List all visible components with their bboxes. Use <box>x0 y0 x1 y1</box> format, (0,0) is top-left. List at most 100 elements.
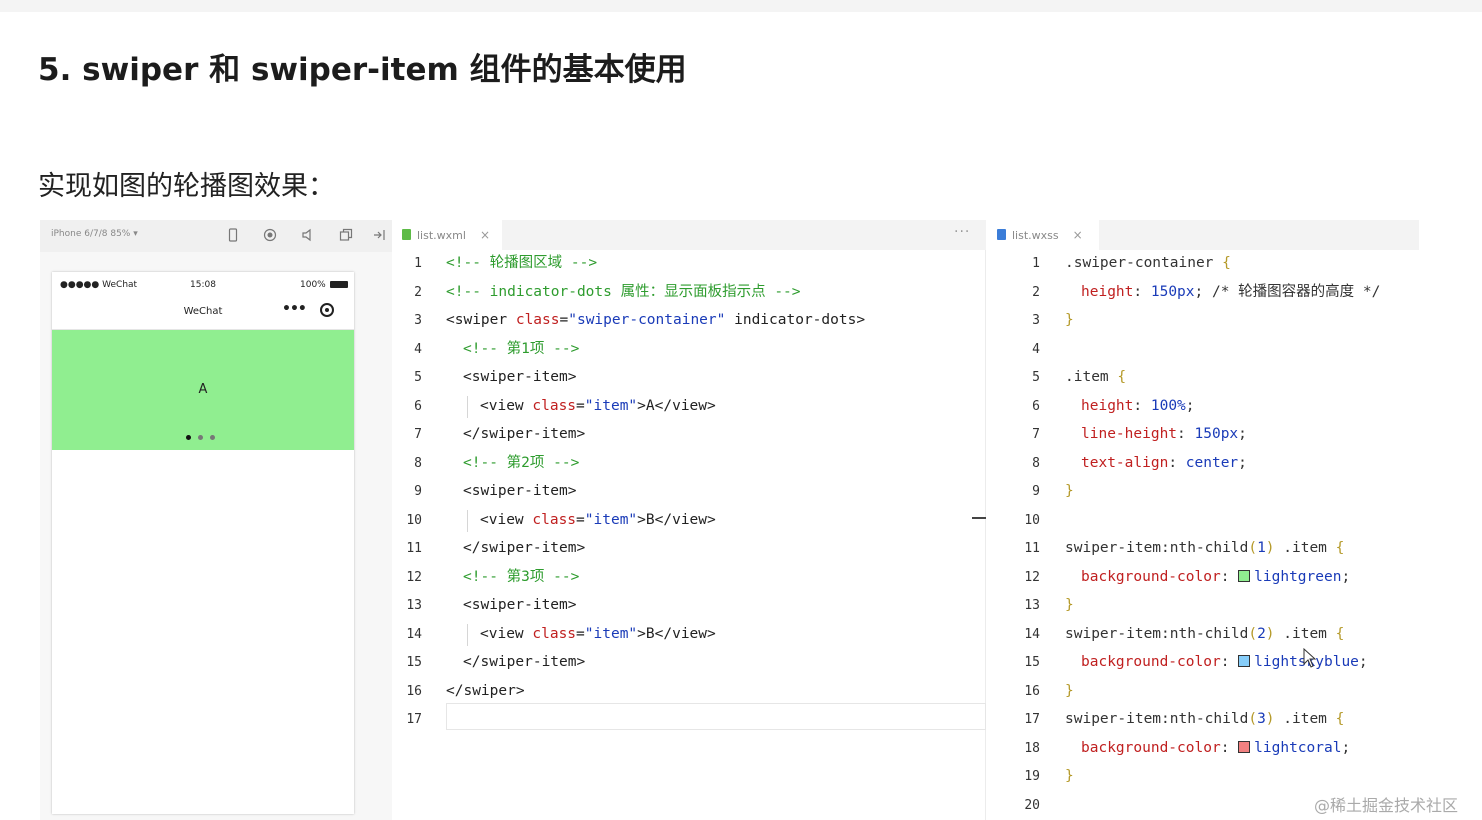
code-line[interactable]: 16 </swiper> <box>392 677 524 705</box>
line-number: 6 <box>414 398 422 414</box>
code-token: .item <box>1274 711 1336 727</box>
code-token: { <box>1222 255 1231 271</box>
code-line[interactable]: 14 <view class="item">B</view> <box>392 620 715 648</box>
code-line[interactable]: 20 <box>1010 791 1040 819</box>
line-number: 17 <box>1024 712 1040 727</box>
code-line[interactable]: 1 .swiper-container { <box>1010 249 1231 277</box>
line-number: 2 <box>414 284 422 300</box>
line-number: 6 <box>1032 398 1040 414</box>
more-icon[interactable]: ••• <box>282 301 307 317</box>
line-number: 16 <box>406 683 422 699</box>
indicator-dots[interactable] <box>186 435 222 441</box>
line-number: 20 <box>1024 797 1040 813</box>
code-line[interactable]: 2 <!-- indicator-dots 属性：显示面板指示点 --> <box>392 278 800 306</box>
code-text: text-align: center; <box>1081 449 1247 477</box>
record-icon[interactable] <box>262 228 278 244</box>
code-token: background-color <box>1081 654 1221 670</box>
more-actions-icon[interactable]: ··· <box>954 224 970 240</box>
code-line[interactable]: 11 </swiper-item> <box>392 534 585 562</box>
code-text: <swiper class="swiper-container" indicat… <box>446 306 865 334</box>
code-text: line-height: 150px; <box>1081 420 1247 448</box>
code-token: } <box>1065 483 1074 499</box>
indicator-dot[interactable] <box>210 435 215 440</box>
split-icon[interactable] <box>372 228 388 244</box>
volume-icon[interactable] <box>300 228 316 244</box>
code-line[interactable]: 11 swiper-item:nth-child(1) .item { <box>1010 534 1344 562</box>
code-token: { <box>1117 369 1127 385</box>
code-token: text-align <box>1081 454 1169 471</box>
indent-guide <box>467 623 468 646</box>
code-line[interactable]: 17 <box>392 705 422 733</box>
line-number: 17 <box>406 712 422 727</box>
code-line[interactable]: 10 <view class="item">B</view> <box>392 506 715 534</box>
code-line[interactable]: 4 <box>1010 335 1040 363</box>
code-line[interactable]: 1 <!-- 轮播图区域 --> <box>392 249 597 277</box>
code-line[interactable]: 7 line-height: 150px; <box>1010 420 1247 448</box>
line-number: 10 <box>1024 512 1040 528</box>
code-text: background-color: lightgreen; <box>1081 563 1350 591</box>
line-number: 2 <box>1032 284 1040 300</box>
code-line[interactable]: 3 <swiper class="swiper-container" indica… <box>392 306 865 334</box>
code-token: : <box>1133 397 1151 414</box>
code-line[interactable]: 17 swiper-item:nth-child(3) .item { <box>1010 705 1344 733</box>
code-token: = <box>559 312 569 328</box>
code-line[interactable]: 10 <box>1010 506 1040 534</box>
tab-list-wxml[interactable]: list.wxml × <box>392 220 502 250</box>
code-text: swiper-item:nth-child(3) .item { <box>1065 705 1344 733</box>
close-capsule-icon[interactable] <box>320 303 334 317</box>
indicator-dot[interactable] <box>198 435 203 440</box>
current-line-highlight <box>446 703 986 730</box>
code-line[interactable]: 6 <view class="item">A</view> <box>392 392 716 420</box>
top-strip <box>0 0 1482 12</box>
code-token: ; <box>1358 654 1368 670</box>
code-text: <swiper-item> <box>463 591 577 619</box>
windows-icon[interactable] <box>338 228 354 244</box>
line-number: 7 <box>1032 427 1040 442</box>
code-line[interactable]: 16} <box>1010 677 1073 705</box>
code-token: ( <box>1248 711 1258 727</box>
code-token: = <box>576 625 585 642</box>
line-number: 10 <box>406 512 422 528</box>
line-number: 12 <box>1024 569 1040 585</box>
code-line[interactable]: 8 text-align: center; <box>1010 449 1247 477</box>
code-line[interactable]: 15 background-color: lightskyblue; <box>1010 648 1367 676</box>
code-line[interactable]: 12 background-color: lightgreen; <box>1010 563 1350 591</box>
code-line[interactable]: 8 <!-- 第2项 --> <box>392 449 579 477</box>
indicator-dot[interactable] <box>186 435 191 440</box>
code-line[interactable]: 14 swiper-item:nth-child(2) .item { <box>1010 620 1344 648</box>
code-token: } <box>1065 597 1074 613</box>
code-line[interactable]: 7 </swiper-item> <box>392 420 585 448</box>
code-text: </swiper-item> <box>463 420 585 448</box>
code-line[interactable]: 19} <box>1010 762 1073 790</box>
code-line[interactable]: 13} <box>1010 591 1073 619</box>
phone-icon[interactable] <box>225 228 241 244</box>
code-token: : <box>1177 426 1195 442</box>
device-select[interactable]: iPhone 6/7/8 85% ▾ <box>51 229 138 239</box>
swiper[interactable]: A <box>52 330 354 450</box>
code-token: .swiper-container <box>1065 255 1223 271</box>
code-token: <swiper-item> <box>463 597 577 613</box>
code-line[interactable]: 18 background-color: lightcoral; <box>1010 734 1350 762</box>
code-line[interactable]: 15 </swiper-item> <box>392 648 585 676</box>
code-line[interactable]: 2 height: 150px; /* 轮播图容器的高度 */ <box>1010 278 1380 306</box>
line-number: 1 <box>1032 256 1040 271</box>
code-line[interactable]: 4 <!-- 第1项 --> <box>392 335 579 363</box>
indent-guide <box>467 509 468 532</box>
code-line[interactable]: 5 <swiper-item> <box>392 363 576 391</box>
code-line[interactable]: 9 <swiper-item> <box>392 477 576 505</box>
line-number: 14 <box>1024 626 1040 642</box>
code-line[interactable]: 12 <!-- 第3项 --> <box>392 563 579 591</box>
close-icon[interactable]: × <box>480 228 490 242</box>
tab-list-wxss[interactable]: list.wxss × <box>987 220 1099 250</box>
close-icon[interactable]: × <box>1073 228 1083 242</box>
code-line[interactable]: 9} <box>1010 477 1074 505</box>
code-line[interactable]: 5 .item { <box>1010 363 1126 391</box>
line-number: 14 <box>406 626 422 642</box>
code-text: } <box>1065 677 1074 705</box>
code-token: lightgreen <box>1254 568 1342 585</box>
code-line[interactable]: 3} <box>1010 306 1074 334</box>
code-token: <view <box>480 397 533 414</box>
code-token: : <box>1220 654 1239 670</box>
code-line[interactable]: 6 height: 100%; <box>1010 392 1194 420</box>
code-line[interactable]: 13 <swiper-item> <box>392 591 576 619</box>
